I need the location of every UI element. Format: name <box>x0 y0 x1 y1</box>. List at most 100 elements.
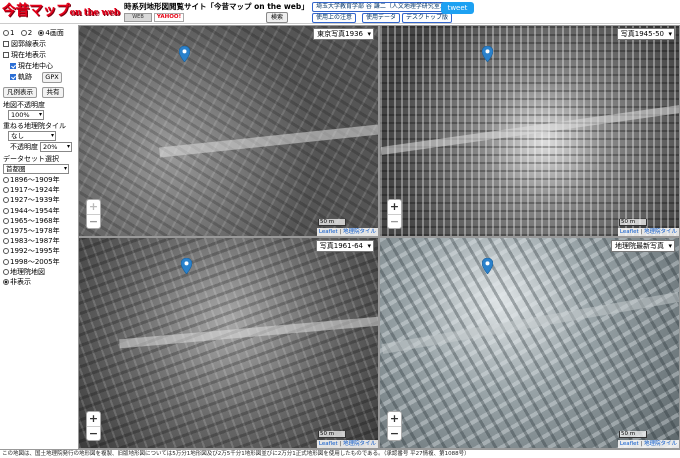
zoom-out-button[interactable]: − <box>87 214 100 228</box>
overlay-tile-select[interactable]: なし <box>8 131 56 141</box>
map-panel-top-left[interactable]: 東京写真1936 +− 50 m Leaflet | 地理院タイル <box>78 25 379 237</box>
tweet-button[interactable]: tweet <box>441 2 474 14</box>
leaflet-link[interactable]: Leaflet <box>319 441 338 447</box>
layer-select[interactable]: 写真1945-50 <box>616 28 675 40</box>
map-panel-top-right[interactable]: 写真1945-50 +− 50 m Leaflet | 地理院タイル <box>379 25 680 237</box>
split-1-radio[interactable] <box>3 30 9 36</box>
road-overlay <box>159 124 378 158</box>
zoom-control: + − <box>387 199 402 229</box>
period-radio[interactable] <box>3 187 9 194</box>
period-option[interactable]: 1927〜1939年 <box>3 196 60 205</box>
zoom-in-button[interactable]: + <box>388 412 401 426</box>
dataset-label: データセット選択 <box>3 155 59 163</box>
period-radio[interactable] <box>3 217 9 224</box>
period-label: 1896〜1909年 <box>10 176 60 184</box>
location-pin-icon[interactable] <box>482 46 493 62</box>
period-option[interactable]: 非表示 <box>3 278 31 287</box>
layer-select[interactable]: 地理院最新写真 <box>611 240 675 252</box>
header-bar: 今昔マップon the web 時系列地形図閲覧サイト「今昔マップ on the… <box>0 0 680 24</box>
gpx-button[interactable]: GPX <box>42 72 62 83</box>
scale-bar: 50 m <box>619 219 647 226</box>
period-option[interactable]: 1992〜1995年 <box>3 247 60 256</box>
zoom-in-button[interactable]: + <box>87 200 100 214</box>
gsi-tile-link[interactable]: 地理院タイル <box>343 441 376 447</box>
center-location-option[interactable]: 現在地中心 <box>10 62 53 71</box>
gsi-tile-link[interactable]: 地理院タイル <box>644 229 677 235</box>
period-radio[interactable] <box>3 258 9 265</box>
leaflet-link[interactable]: Leaflet <box>319 229 338 235</box>
period-radio[interactable] <box>3 228 9 234</box>
period-label: 1944〜1954年 <box>10 206 60 215</box>
grid-lines-option[interactable]: 図郭線表示 <box>3 40 46 49</box>
grid-lines-checkbox[interactable] <box>3 41 9 47</box>
layer-select[interactable]: 東京写真1936 <box>313 28 374 40</box>
period-radio[interactable] <box>3 248 9 255</box>
period-option[interactable]: 1983〜1987年 <box>3 237 60 246</box>
author-link[interactable]: 埼玉大学教育学部 谷 謙二（人文地理学研究室） <box>312 2 450 12</box>
period-label: 1917〜1924年 <box>10 186 60 195</box>
sidebar: 1 2 4画面 図郭線表示 現在地表示 現在地中心 軌跡 GPX 凡例表示 共有… <box>0 25 78 449</box>
map-attribution: Leaflet | 地理院タイル <box>316 228 378 236</box>
copyright-footer: この地図は、国土地理院発行の地形図を複製、旧版地形図については5万分1地形図及び… <box>0 449 680 458</box>
period-option[interactable]: 1917〜1924年 <box>3 186 60 195</box>
site-logo[interactable]: 今昔マップon the web <box>2 1 120 21</box>
road-overlay <box>380 105 679 155</box>
logo-text: 今昔マップ <box>2 3 70 19</box>
scale-bar: 50 m <box>619 431 647 438</box>
period-option[interactable]: 1965〜1968年 <box>3 217 60 226</box>
period-option[interactable]: 1944〜1954年 <box>3 207 60 216</box>
search-button[interactable]: 検索 <box>266 12 288 23</box>
web-search-badge[interactable]: WEB <box>124 13 152 22</box>
zoom-in-button[interactable]: + <box>87 412 100 426</box>
overlay-tile-label: 重ねる地理院タイル <box>3 122 66 130</box>
track-checkbox[interactable] <box>10 74 16 80</box>
period-label: 1998〜2005年 <box>10 257 60 266</box>
period-radio[interactable] <box>3 279 9 285</box>
leaflet-link[interactable]: Leaflet <box>620 229 639 235</box>
leaflet-link[interactable]: Leaflet <box>620 441 639 447</box>
location-pin-icon[interactable] <box>181 258 192 274</box>
period-label: 1975〜1978年 <box>10 227 60 235</box>
yahoo-search-badge[interactable]: YAHOO! <box>154 13 184 22</box>
period-radio[interactable] <box>3 238 9 245</box>
desktop-version-link[interactable]: デスクトップ版 <box>402 13 453 23</box>
zoom-out-button[interactable]: − <box>388 214 401 228</box>
track-option[interactable]: 軌跡 <box>10 73 32 82</box>
center-location-checkbox[interactable] <box>10 63 16 69</box>
period-label: 1965〜1968年 <box>10 216 60 225</box>
gsi-tile-link[interactable]: 地理院タイル <box>343 229 376 235</box>
current-location-checkbox[interactable] <box>3 52 9 58</box>
zoom-out-button[interactable]: − <box>388 426 401 440</box>
location-pin-icon[interactable] <box>482 258 493 274</box>
split-2-radio[interactable] <box>20 30 27 36</box>
period-label: 1983〜1987年 <box>10 237 60 246</box>
layer-select[interactable]: 写真1961-64 <box>315 240 374 252</box>
period-option[interactable]: 1896〜1909年 <box>3 176 60 185</box>
location-pin-icon[interactable] <box>179 46 190 62</box>
legend-button[interactable]: 凡例表示 <box>3 87 37 98</box>
gsi-tile-link[interactable]: 地理院タイル <box>644 441 677 447</box>
split-4-radio[interactable] <box>38 30 45 36</box>
data-used-link[interactable]: 使用データ <box>362 13 401 23</box>
period-radio[interactable] <box>3 197 9 204</box>
opacity-select[interactable]: 100% <box>8 110 44 120</box>
period-option[interactable]: 1998〜2005年 <box>3 258 60 267</box>
zoom-control: + − <box>387 411 402 441</box>
share-button[interactable]: 共有 <box>42 87 64 98</box>
dataset-select[interactable]: 首都圏 <box>3 164 69 174</box>
zoom-in-button[interactable]: + <box>388 200 401 214</box>
period-radio[interactable] <box>3 207 9 214</box>
zoom-out-button[interactable]: − <box>87 426 100 440</box>
period-option[interactable]: 地理院地図 <box>3 268 45 277</box>
scale-bar: 50 m <box>318 219 346 226</box>
period-radio[interactable] <box>3 177 9 183</box>
map-panel-bottom-left[interactable]: 写真1961-64 +− 50 m Leaflet | 地理院タイル <box>78 237 379 449</box>
period-radio[interactable] <box>3 268 9 275</box>
current-location-option[interactable]: 現在地表示 <box>3 51 46 60</box>
scale-bar: 50 m <box>318 431 346 438</box>
usage-notes-link[interactable]: 使用上の注意 <box>312 13 357 23</box>
period-label: 非表示 <box>10 278 31 286</box>
overlay-opacity-select[interactable]: 20% <box>40 142 72 152</box>
map-panel-bottom-right[interactable]: 地理院最新写真 +− 50 m Leaflet | 地理院タイル <box>379 237 680 449</box>
period-option[interactable]: 1975〜1978年 <box>3 227 60 236</box>
